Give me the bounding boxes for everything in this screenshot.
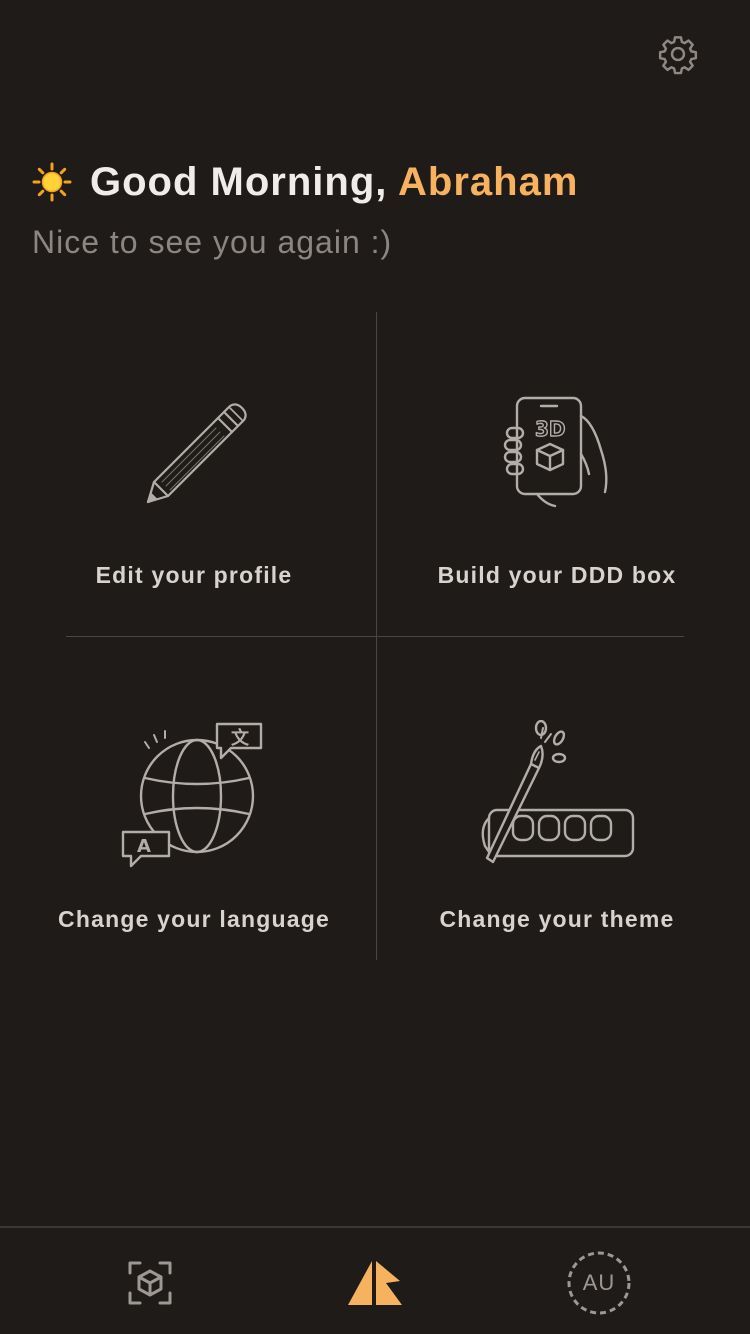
grid-divider-horizontal <box>66 636 684 637</box>
pencil-icon <box>146 403 247 504</box>
nav-profile[interactable]: AU <box>564 1248 634 1318</box>
globe-translate-icon: 文 A <box>121 722 263 868</box>
svg-text:文: 文 <box>231 727 250 749</box>
change-theme-label: Change your theme <box>439 906 675 932</box>
greeting-prefix: Good Morning, <box>90 159 399 204</box>
edit-profile-label: Edit your profile <box>95 562 293 588</box>
svg-text:A: A <box>137 836 151 857</box>
build-ddd-box-label: Build your DDD box <box>437 562 677 588</box>
user-name: Abraham <box>398 159 579 204</box>
change-language-label: Change your language <box>58 906 330 932</box>
paint-palette-icon <box>481 720 635 864</box>
change-theme-tile[interactable]: Change your theme <box>387 668 727 968</box>
build-ddd-box-tile[interactable]: 3D Build your DDD box <box>387 330 727 630</box>
sun-icon <box>32 162 72 202</box>
nav-ar-scan[interactable] <box>115 1248 185 1318</box>
bottom-navigation: AU <box>0 1226 750 1334</box>
gear-icon <box>658 36 698 75</box>
edit-profile-tile[interactable]: Edit your profile <box>24 330 364 630</box>
nav-home[interactable] <box>340 1248 410 1318</box>
app-logo-icon <box>348 1261 402 1305</box>
settings-button[interactable] <box>654 30 702 78</box>
phone-3d-icon: 3D <box>503 396 608 508</box>
greeting-subtitle: Nice to see you again :) <box>32 224 393 260</box>
greeting-title: Good Morning, Abraham <box>90 160 578 205</box>
ar-cube-scan-icon <box>128 1261 172 1305</box>
avatar-icon <box>567 1251 631 1315</box>
svg-text:3D: 3D <box>535 417 566 441</box>
change-language-tile[interactable]: 文 A Change your language <box>24 668 364 968</box>
greeting: Good Morning, Abraham <box>32 156 578 208</box>
